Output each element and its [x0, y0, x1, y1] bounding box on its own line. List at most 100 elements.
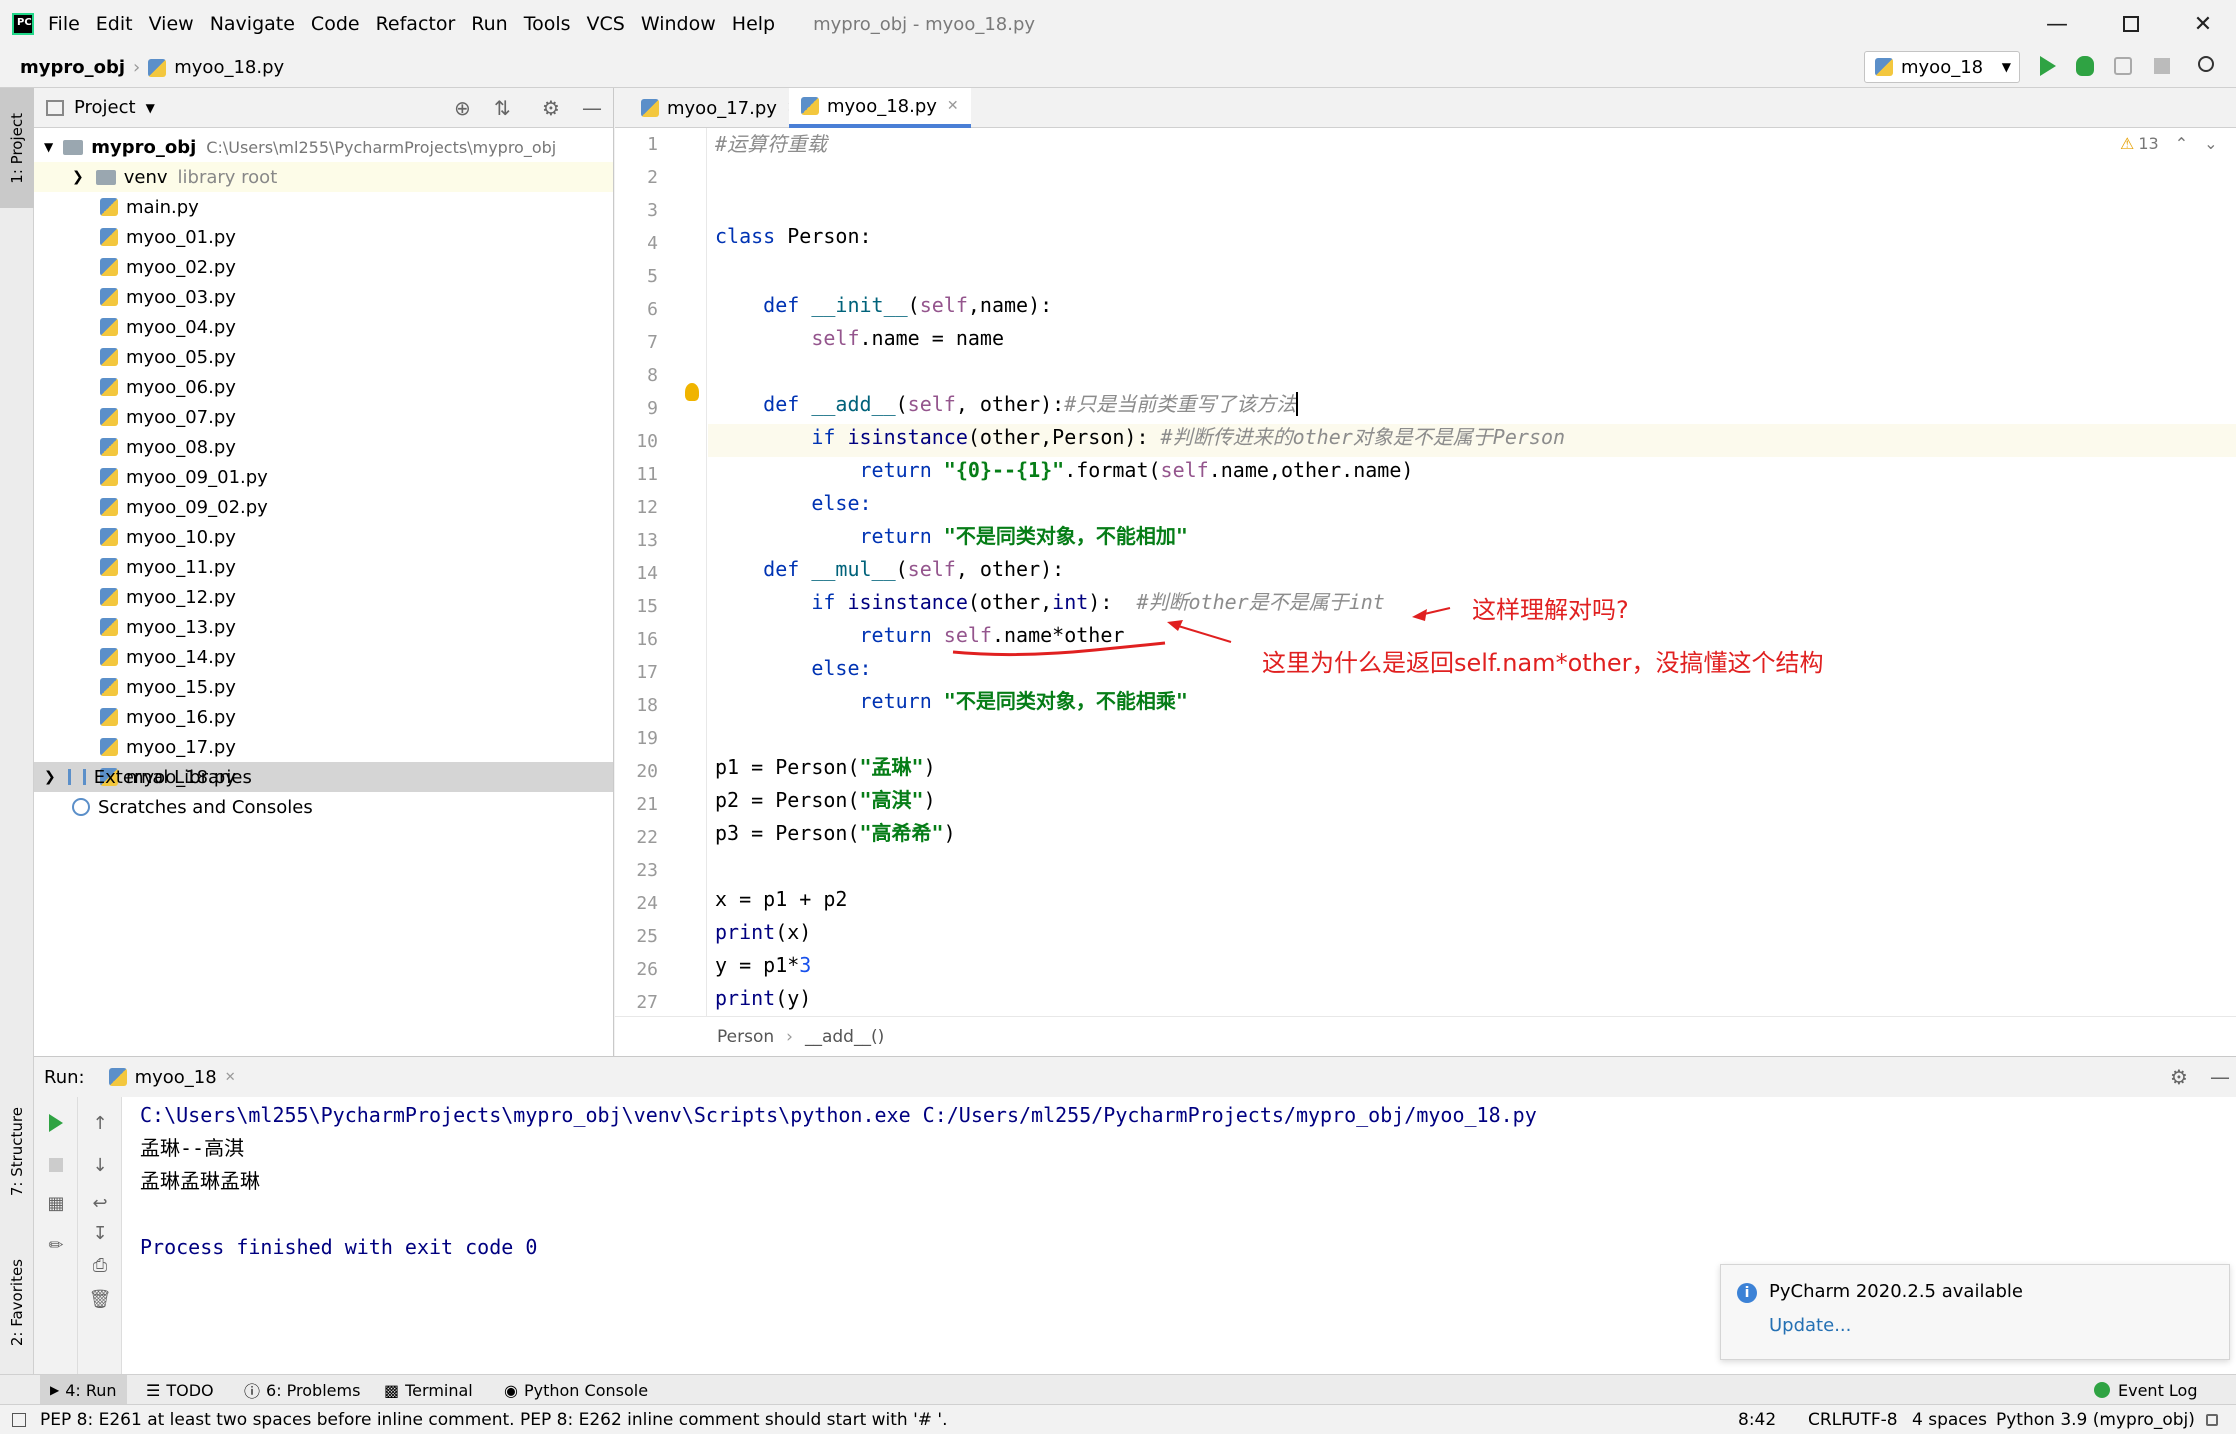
tree-file[interactable]: myoo_08.py: [34, 432, 613, 462]
run-tab[interactable]: myoo_18 ✕: [108, 1067, 236, 1088]
python-file-icon: [100, 588, 118, 606]
run-output-command: C:\Users\ml255\PycharmProjects\mypro_obj…: [140, 1103, 1537, 1127]
restore-layout-icon[interactable]: ▦: [44, 1191, 68, 1215]
locate-file-icon[interactable]: ⊕: [454, 96, 471, 120]
event-log[interactable]: Event Log: [2094, 1375, 2198, 1405]
tab-structure-tool[interactable]: 7: Structure: [0, 1092, 34, 1212]
tree-file[interactable]: myoo_09_02.py: [34, 492, 613, 522]
tab-python-console[interactable]: ◉ Python Console: [504, 1375, 648, 1405]
soft-wrap-icon[interactable]: ↩: [88, 1191, 112, 1215]
tab-label: myoo_18.py: [827, 95, 937, 117]
arrow-down-icon[interactable]: ↓: [88, 1153, 112, 1177]
minimize-icon[interactable]: —: [2032, 6, 2082, 42]
tab-myoo-17[interactable]: myoo_17.py ✕: [629, 88, 811, 128]
toggle-tool-windows-icon[interactable]: [12, 1413, 26, 1427]
hide-panel-icon[interactable]: —: [582, 96, 602, 120]
close-tab-icon[interactable]: ✕: [225, 1070, 236, 1085]
stop-icon[interactable]: [2154, 58, 2170, 74]
print-icon[interactable]: ⎙: [88, 1253, 112, 1277]
project-tool-label: 1: Project: [8, 112, 26, 184]
menu-help[interactable]: Help: [732, 13, 775, 35]
menu-vcs[interactable]: VCS: [587, 13, 625, 35]
tree-file[interactable]: myoo_10.py: [34, 522, 613, 552]
pin-icon[interactable]: ✏: [44, 1233, 68, 1257]
chevron-down-icon[interactable]: ▼: [44, 140, 53, 154]
tree-file[interactable]: myoo_16.py: [34, 702, 613, 732]
menu-file[interactable]: File: [48, 13, 80, 35]
tab-project-tool[interactable]: 1: Project: [0, 88, 34, 208]
tab-todo[interactable]: ☰ TODO: [146, 1375, 214, 1405]
python-config-icon: [108, 1068, 127, 1086]
chevron-right-icon[interactable]: ❯: [72, 169, 84, 185]
menu-view[interactable]: View: [149, 13, 194, 35]
tree-scratches[interactable]: Scratches and Consoles: [34, 792, 613, 822]
tab-run[interactable]: ▶ 4: Run: [40, 1375, 127, 1405]
tree-file[interactable]: myoo_17.py: [34, 732, 613, 762]
tab-problems[interactable]: ⓘ 6: Problems: [244, 1375, 360, 1405]
coverage-icon[interactable]: [2114, 57, 2132, 75]
arrow-up-icon[interactable]: ↑: [88, 1111, 112, 1135]
gear-icon[interactable]: ⚙: [542, 96, 560, 120]
nav-file[interactable]: myoo_18.py: [174, 57, 284, 78]
stop-icon[interactable]: [44, 1153, 68, 1177]
tree-file[interactable]: myoo_11.py: [34, 552, 613, 582]
menu-run[interactable]: Run: [471, 13, 507, 35]
close-tab-icon[interactable]: ✕: [947, 98, 959, 114]
tree-file[interactable]: myoo_02.py: [34, 252, 613, 282]
breadcrumb-class[interactable]: Person: [717, 1027, 774, 1047]
tab-terminal[interactable]: ▩ Terminal: [384, 1375, 473, 1405]
code-area[interactable]: #运算符重载 class Person: def __init__(self,n…: [615, 128, 2236, 1016]
lock-icon[interactable]: [2206, 1405, 2218, 1434]
tree-file[interactable]: myoo_06.py: [34, 372, 613, 402]
hide-panel-icon[interactable]: —: [2210, 1065, 2230, 1089]
chevron-down-icon[interactable]: ▼: [146, 101, 155, 115]
project-view-selector[interactable]: Project: [74, 97, 136, 118]
status-interpreter[interactable]: Python 3.9 (mypro_obj): [1996, 1405, 2195, 1434]
tree-file[interactable]: myoo_12.py: [34, 582, 613, 612]
menu-window[interactable]: Window: [641, 13, 716, 35]
run-config-dropdown[interactable]: myoo_18 ▼: [1864, 51, 2020, 83]
tab-favorites-tool[interactable]: 2: Favorites: [0, 1238, 34, 1368]
tree-file[interactable]: main.py: [34, 192, 613, 222]
status-line-separator[interactable]: CRLF: [1808, 1405, 1851, 1434]
trash-icon[interactable]: 🗑: [88, 1287, 112, 1311]
menu-refactor[interactable]: Refactor: [376, 13, 456, 35]
tab-myoo-18[interactable]: myoo_18.py ✕: [789, 88, 971, 128]
tree-file[interactable]: myoo_05.py: [34, 342, 613, 372]
menu-tools[interactable]: Tools: [524, 13, 571, 35]
tree-venv[interactable]: ❯ venv library root: [34, 162, 613, 192]
menu-code[interactable]: Code: [311, 13, 360, 35]
tree-file[interactable]: myoo_03.py: [34, 282, 613, 312]
menu-edit[interactable]: Edit: [96, 13, 133, 35]
update-link[interactable]: Update...: [1769, 1315, 1851, 1336]
tree-file[interactable]: myoo_07.py: [34, 402, 613, 432]
close-window-icon[interactable]: ✕: [2178, 6, 2228, 42]
rerun-icon[interactable]: [44, 1111, 68, 1135]
tree-file[interactable]: myoo_01.py: [34, 222, 613, 252]
debug-icon[interactable]: [2076, 56, 2094, 76]
status-indent[interactable]: 4 spaces: [1912, 1405, 1987, 1434]
collapse-all-icon[interactable]: ⇅: [494, 96, 511, 120]
tree-file[interactable]: myoo_14.py: [34, 642, 613, 672]
scroll-to-end-icon[interactable]: ↧: [88, 1221, 112, 1245]
nav-project[interactable]: mypro_obj: [20, 57, 125, 78]
menu-navigate[interactable]: Navigate: [210, 13, 295, 35]
maximize-icon[interactable]: [2106, 6, 2156, 42]
status-position[interactable]: 8:42: [1738, 1405, 1776, 1434]
tree-file[interactable]: myoo_09_01.py: [34, 462, 613, 492]
tree-file[interactable]: myoo_15.py: [34, 672, 613, 702]
tree-root[interactable]: ▼ mypro_obj C:\Users\ml255\PycharmProjec…: [34, 132, 613, 162]
python-file-icon: [100, 468, 118, 486]
python-file-icon: [100, 228, 118, 246]
tree-file[interactable]: myoo_13.py: [34, 612, 613, 642]
python-file-icon: [100, 258, 118, 276]
tree-file-label: myoo_02.py: [126, 256, 236, 278]
chevron-right-icon[interactable]: ❯: [44, 769, 56, 785]
tree-external-libraries[interactable]: ❯ External Libraries: [34, 762, 613, 792]
breadcrumb-method[interactable]: __add__(): [805, 1027, 884, 1047]
status-encoding[interactable]: UTF-8: [1848, 1405, 1898, 1434]
search-everywhere-icon[interactable]: [2198, 56, 2214, 72]
tree-file[interactable]: myoo_04.py: [34, 312, 613, 342]
run-icon[interactable]: [2040, 56, 2056, 76]
gear-icon[interactable]: ⚙: [2170, 1065, 2188, 1089]
